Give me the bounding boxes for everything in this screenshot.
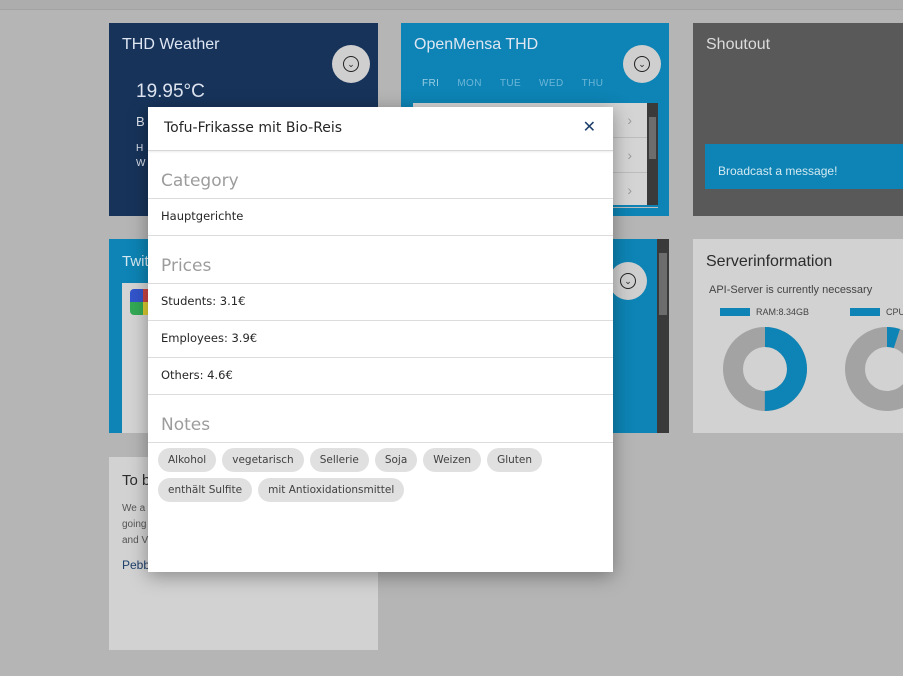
category-value: Hauptgerichte xyxy=(148,199,613,236)
price-employees: Employees: 3.9€ xyxy=(148,321,613,358)
note-chip: vegetarisch xyxy=(222,448,304,472)
note-chip: Weizen xyxy=(423,448,482,472)
note-chip: enthält Sulfite xyxy=(158,478,253,502)
close-icon[interactable]: ✕ xyxy=(583,119,596,135)
prices-heading: Prices xyxy=(148,236,613,284)
price-students: Students: 3.1€ xyxy=(148,284,613,321)
note-chip: Soja xyxy=(374,448,418,472)
notes-chip-list: Alkohol vegetarisch Sellerie Soja Weizen… xyxy=(148,443,613,502)
dialog-title: Tofu-Frikasse mit Bio-Reis xyxy=(164,120,343,136)
dialog-header: Tofu-Frikasse mit Bio-Reis ✕ xyxy=(148,107,613,151)
note-chip: Gluten xyxy=(487,448,543,472)
note-chip: Sellerie xyxy=(309,448,369,472)
meal-detail-dialog: Tofu-Frikasse mit Bio-Reis ✕ Category Ha… xyxy=(148,107,613,572)
price-others: Others: 4.6€ xyxy=(148,358,613,395)
category-heading: Category xyxy=(148,151,613,199)
note-chip: Alkohol xyxy=(158,448,217,472)
note-chip: mit Antioxidationsmittel xyxy=(258,478,405,502)
notes-heading: Notes xyxy=(148,395,613,443)
